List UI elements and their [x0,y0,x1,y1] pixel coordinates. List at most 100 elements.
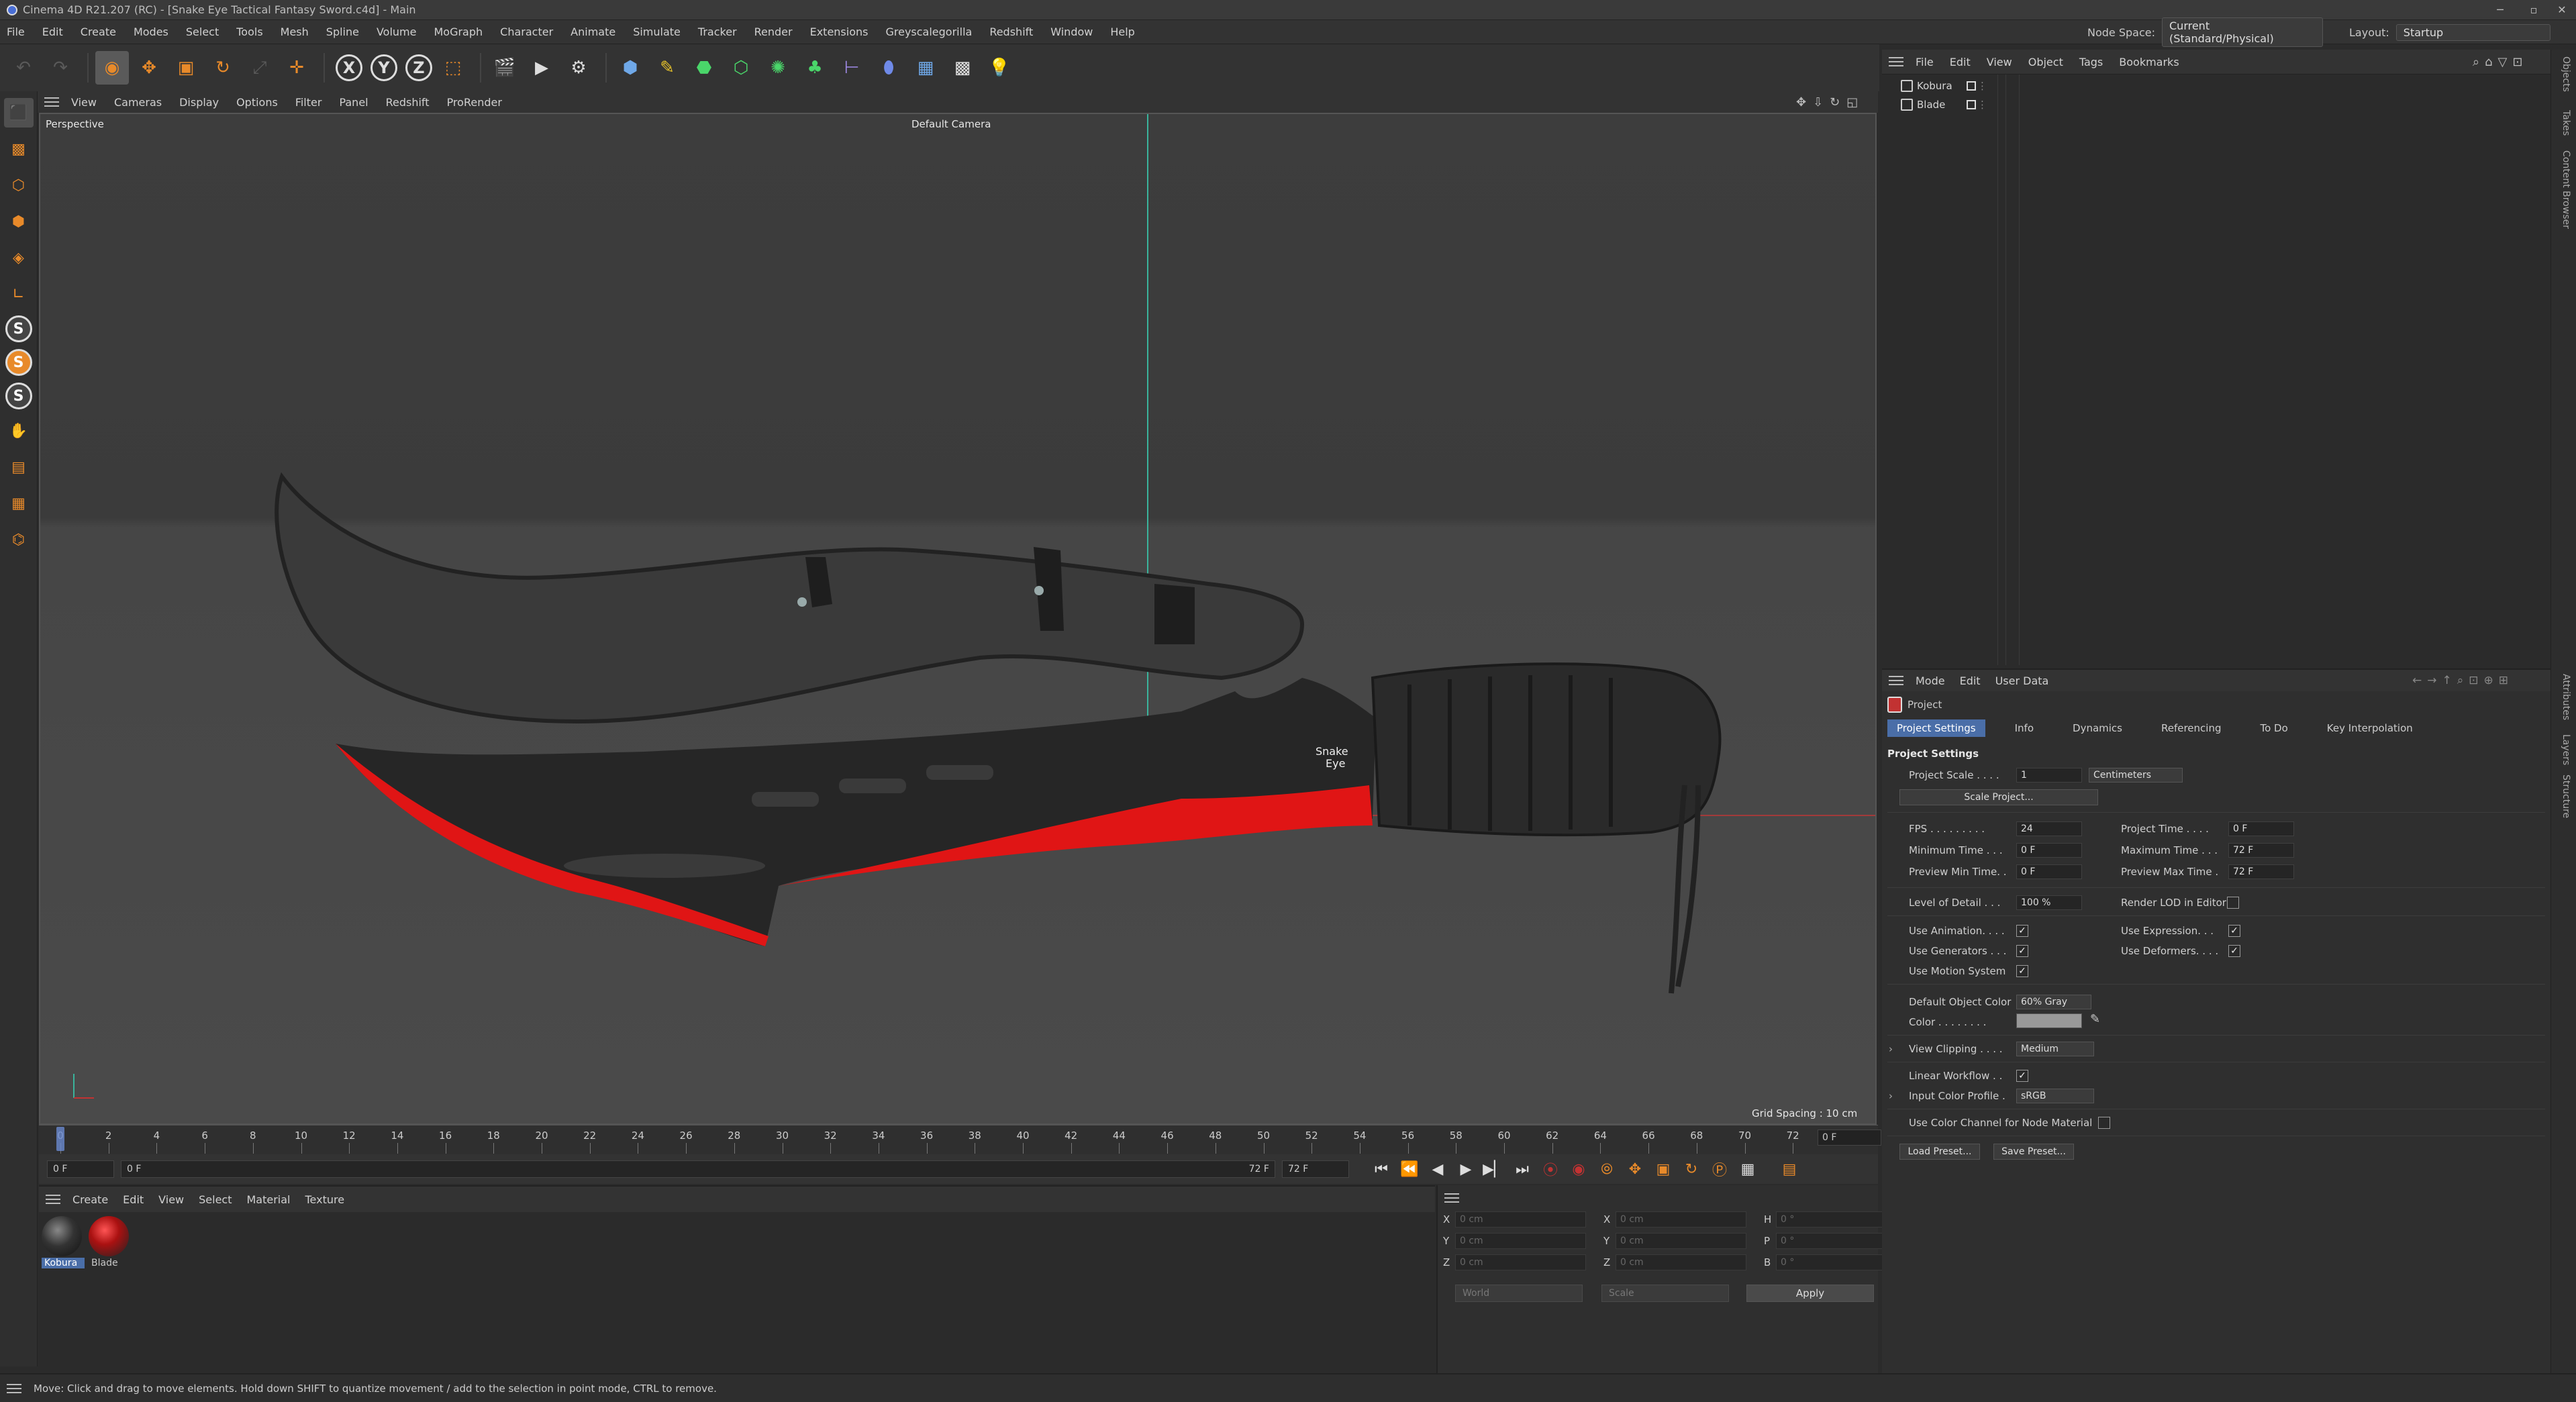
mograph-fracture-icon[interactable]: ♣ [798,51,832,85]
snap-s2-icon[interactable]: S [5,349,32,376]
prev-frame-icon[interactable]: ◀ [1426,1157,1450,1181]
points-mode-icon[interactable]: ⬡ [4,170,34,200]
subdivision-surface-icon[interactable]: ⬣ [687,51,721,85]
menu-create[interactable]: Create [81,26,116,38]
snap-s1-icon[interactable]: S [5,315,32,342]
tab-takes[interactable]: Takes [2561,110,2571,136]
load-preset-button[interactable]: Load Preset... [1899,1144,1980,1160]
floor-scene-icon[interactable]: ▦ [909,51,942,85]
render-lod-checkbox[interactable] [2227,897,2239,909]
menu-file[interactable]: File [7,26,25,38]
tab-layers[interactable]: Layers [2561,734,2571,765]
menu-spline[interactable]: Spline [326,26,359,38]
project-scale-unit-dropdown[interactable]: Centimeters [2089,768,2183,783]
recent-tool-icon[interactable]: ⤢ [243,51,277,85]
mat-menu-select[interactable]: Select [199,1193,232,1206]
visibility-dots-icon[interactable]: ⋮ [1977,99,1987,111]
position-x-field[interactable]: 0 cm [1455,1211,1586,1228]
playhead[interactable] [56,1127,64,1151]
go-to-start-icon[interactable]: ⏮ [1369,1157,1393,1181]
camera-icon[interactable]: ▩ [946,51,979,85]
cloner-icon[interactable]: ✺ [761,51,795,85]
size-x-field[interactable]: 0 cm [1616,1211,1746,1228]
autokey-icon[interactable]: ◉ [1567,1157,1591,1181]
world-dropdown[interactable]: World [1455,1285,1583,1302]
pen-spline-icon[interactable]: ✎ [650,51,684,85]
attribute-hamburger-icon[interactable] [1889,676,1903,685]
menu-character[interactable]: Character [500,26,553,38]
viewport-hamburger-icon[interactable] [44,97,59,107]
obj-menu-tags[interactable]: Tags [2079,56,2103,68]
texture-mode-icon[interactable]: ▩ [4,134,34,164]
vp-menu-view[interactable]: View [71,96,97,109]
close-icon[interactable]: ✕ [2545,0,2576,20]
use-generators-checkbox[interactable]: ✓ [2016,945,2028,957]
tab-info[interactable]: Info [2005,719,2043,737]
obj-menu-file[interactable]: File [1916,56,1934,68]
start-frame-field[interactable]: 0 F [47,1160,114,1178]
mat-menu-texture[interactable]: Texture [305,1193,344,1206]
use-animation-checkbox[interactable]: ✓ [2016,925,2028,937]
tab-content-browser[interactable]: Content Browser [2561,150,2571,229]
tweak-icon[interactable]: ✋ [4,416,34,446]
cube-primitive-icon[interactable]: ⬢ [613,51,647,85]
position-z-field[interactable]: 0 cm [1455,1254,1586,1270]
preview-max-field[interactable]: 72 F [2228,864,2294,879]
coordinate-system-icon[interactable]: ⬚ [436,51,470,85]
current-frame-field[interactable]: 0 F [1818,1130,1881,1146]
tab-objects[interactable]: Objects [2561,56,2571,92]
attr-menu-user-data[interactable]: User Data [1995,674,2049,687]
key-scale-icon[interactable]: ▣ [1651,1157,1675,1181]
status-hamburger-icon[interactable] [7,1383,21,1393]
extrude-generator-icon[interactable]: ⬡ [724,51,758,85]
workplane-icon[interactable]: ▤ [4,452,34,482]
obj-menu-edit[interactable]: Edit [1950,56,1971,68]
default-object-color-dropdown[interactable]: 60% Gray [2016,995,2091,1009]
lock-workplane-icon[interactable]: ⌬ [4,525,34,554]
field-icon[interactable]: ⬮ [872,51,905,85]
use-expression-checkbox[interactable]: ✓ [2228,925,2240,937]
menu-help[interactable]: Help [1110,26,1134,38]
vp-menu-display[interactable]: Display [179,96,219,109]
tab-referencing[interactable]: Referencing [2152,719,2231,737]
viewport-nav-icons[interactable]: ✥⇩↻◱ [1796,95,1865,109]
key-rotation-icon[interactable]: ↻ [1679,1157,1703,1181]
tab-key-interpolation[interactable]: Key Interpolation [2318,719,2422,737]
use-deformers-checkbox[interactable]: ✓ [2228,945,2240,957]
max-time-field[interactable]: 72 F [2228,843,2294,858]
menu-simulate[interactable]: Simulate [633,26,681,38]
min-time-field[interactable]: 0 F [2016,843,2082,858]
mat-menu-material[interactable]: Material [246,1193,290,1206]
preview-min-field[interactable]: 0 F [2016,864,2082,879]
key-pla-icon[interactable]: ▦ [1736,1157,1760,1181]
eyedropper-icon[interactable]: ✎ [2090,1012,2100,1026]
object-tag-icon[interactable] [1967,100,1976,109]
material-hamburger-icon[interactable] [46,1195,60,1204]
live-selection-icon[interactable]: ◉ [95,51,129,85]
tab-to-do[interactable]: To Do [2251,719,2297,737]
object-row-kobura[interactable]: Kobura ⋮ [1889,77,1987,95]
prev-key-icon[interactable]: ⏪ [1397,1157,1422,1181]
model-mode-icon[interactable]: ⬛ [3,98,34,128]
z-axis-lock-icon[interactable]: Z [405,54,432,81]
move-tool-icon[interactable]: ✥ [132,51,166,85]
layout-dropdown[interactable]: Startup [2395,23,2550,41]
menu-mograph[interactable]: MoGraph [434,26,483,38]
vp-menu-cameras[interactable]: Cameras [114,96,162,109]
keyframe-selection-icon[interactable]: ⦾ [1595,1157,1619,1181]
project-time-field[interactable]: 0 F [2228,821,2294,836]
mat-menu-create[interactable]: Create [72,1193,108,1206]
scale-dropdown[interactable]: Scale [1601,1285,1729,1302]
timeline-window-icon[interactable]: ▤ [1777,1157,1801,1181]
next-frame-icon[interactable]: ▶▏ [1482,1157,1506,1181]
tab-attributes[interactable]: Attributes [2561,674,2571,720]
vp-menu-redshift[interactable]: Redshift [386,96,430,109]
go-to-end-icon[interactable]: ⏭ [1510,1157,1534,1181]
mat-menu-edit[interactable]: Edit [123,1193,144,1206]
tab-structure[interactable]: Structure [2561,774,2571,818]
3d-viewport[interactable]: Perspective Default Camera Grid Spacing … [39,113,1877,1125]
obj-menu-view[interactable]: View [1987,56,2012,68]
render-view-icon[interactable]: 🎬 [488,51,522,85]
menu-select[interactable]: Select [186,26,219,38]
snap-s3-icon[interactable]: S [5,383,32,409]
